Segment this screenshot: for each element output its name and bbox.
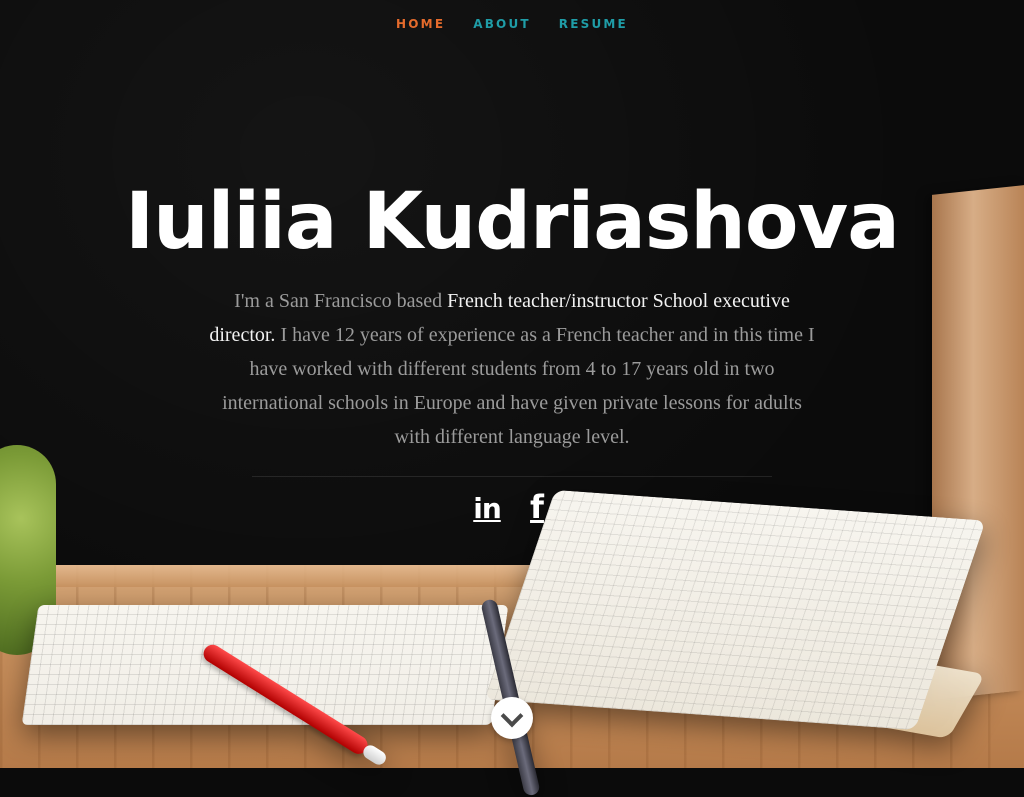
social-links: in f: [0, 488, 1024, 526]
linkedin-icon[interactable]: in: [473, 492, 502, 525]
top-navigation: HOME ABOUT RESUME: [0, 15, 1024, 33]
hero-section: Iuliia Kudriashova I'm a San Francisco b…: [0, 177, 1024, 526]
bio-paragraph: I'm a San Francisco based French teacher…: [202, 284, 822, 454]
divider: [252, 475, 772, 477]
nav-resume-link[interactable]: RESUME: [559, 17, 628, 31]
chevron-down-icon: [500, 704, 524, 728]
bio-part-2: I have 12 years of experience as a Frenc…: [222, 323, 815, 448]
facebook-icon[interactable]: f: [523, 488, 551, 526]
person-name: Iuliia Kudriashova: [125, 177, 900, 267]
nav-about-link[interactable]: ABOUT: [473, 17, 531, 31]
notebook-left-page: [21, 605, 509, 725]
notebook-right-page: [484, 489, 986, 731]
bio-part-1: I'm a San Francisco based: [234, 289, 448, 312]
nav-home-link[interactable]: HOME: [396, 17, 445, 31]
scroll-down-button[interactable]: [491, 697, 533, 739]
